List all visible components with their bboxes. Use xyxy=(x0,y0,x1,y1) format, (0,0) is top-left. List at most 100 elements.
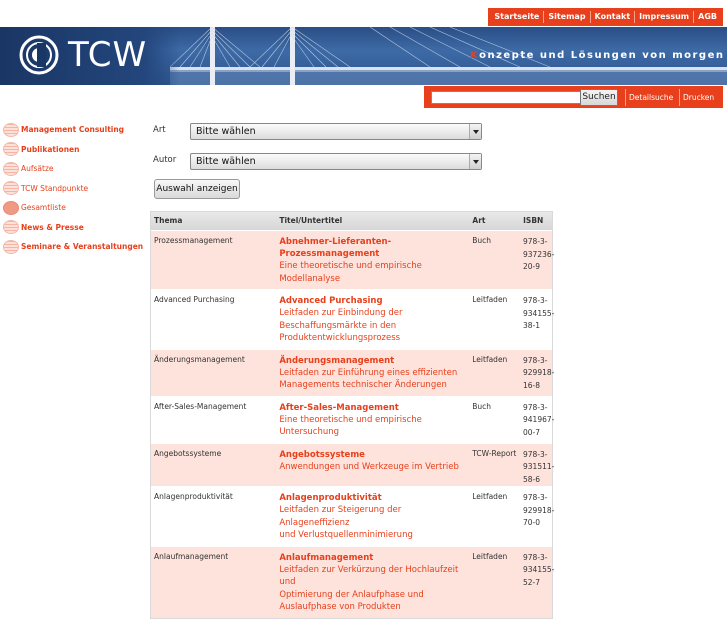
nav-startseite[interactable]: Startseite xyxy=(490,8,543,26)
sidebar-item-tcw-standpunkte[interactable]: TCW Standpunkte xyxy=(0,179,145,199)
print-link[interactable]: Drucken xyxy=(679,89,717,106)
cell-thema: Anlagenproduktivität xyxy=(154,492,233,501)
sidebar-item-label: TCW Standpunkte xyxy=(21,183,89,193)
nav-kontakt[interactable]: Kontakt xyxy=(591,8,635,26)
isbn-part: 978-3- xyxy=(523,355,548,365)
cell-art: Leitfaden xyxy=(472,295,508,304)
chevron-down-icon[interactable] xyxy=(469,154,481,169)
cell-isbn: 978-3- 929918- 16-8 xyxy=(520,350,554,396)
isbn-part: 52-7 xyxy=(523,577,541,587)
table-header: Thema Titel/Untertitel Art ISBN xyxy=(151,212,552,230)
cell-title: Änderungsmanagement Leitfaden zur Einführ… xyxy=(276,350,469,396)
table-row: Anlaufmanagement Anlaufmanagement Leitfade… xyxy=(151,545,554,618)
publication-subtitle[interactable]: Modellanalyse xyxy=(279,273,466,286)
table-row: Angebotssysteme Angebotssysteme Anwendunge… xyxy=(151,442,555,486)
header-banner: TCW Konzepte und Lösungen von morgen xyxy=(0,27,727,85)
bullet-icon xyxy=(3,122,19,137)
isbn-part: 978-3- xyxy=(523,449,548,459)
logo-text[interactable]: TCW xyxy=(68,37,147,73)
publication-subtitle[interactable]: Beschaffungsmärkte in den xyxy=(279,320,466,333)
sidebar-item-label: Management Consulting xyxy=(21,125,125,135)
cell-art: Buch xyxy=(472,401,492,411)
detail-search-link[interactable]: Detailsuche xyxy=(625,89,676,106)
tagline: Konzepte und Lösungen von morgen xyxy=(470,50,725,61)
cell-art: Leitfaden xyxy=(472,492,508,501)
publication-title-link[interactable]: Advanced Purchasing xyxy=(279,295,466,307)
art-select[interactable]: Bitte wählen xyxy=(190,123,482,140)
publication-subtitle[interactable]: Leitfaden zur Einbindung der xyxy=(279,307,466,320)
publication-subtitle[interactable]: Eine theoretische und empirische xyxy=(279,260,466,273)
isbn-part: 941967- xyxy=(523,415,555,424)
publication-subtitle[interactable]: Untersuchung xyxy=(279,426,466,439)
isbn-part: 978-3- xyxy=(523,552,548,562)
publication-subtitle[interactable]: Leitfaden zur Verkürzung der Hochlaufzei… xyxy=(279,564,466,589)
bullet-icon xyxy=(3,200,19,215)
cell-isbn: 978-3- 929918- 70-0 xyxy=(520,487,554,546)
cell-thema: After-Sales-Management xyxy=(154,401,247,411)
sidebar-item-publikationen[interactable]: Publikationen xyxy=(0,140,145,160)
bullet-icon xyxy=(3,161,19,176)
isbn-part: 978-3- xyxy=(523,493,548,502)
isbn-part: 16-8 xyxy=(523,380,541,390)
cell-thema: Änderungsmanagement xyxy=(154,354,245,364)
sidebar-item-management-consulting[interactable]: Management Consulting xyxy=(0,120,145,140)
publication-subtitle[interactable]: und Verlustquellenminimierung xyxy=(279,529,466,542)
search-input[interactable] xyxy=(431,91,581,104)
isbn-part: 934155- xyxy=(523,308,555,318)
autor-select[interactable]: Bitte wählen xyxy=(190,153,482,170)
cell-title: Advanced Purchasing Leitfaden zur Einbind… xyxy=(276,290,469,349)
publication-subtitle[interactable]: Eine theoretische und empirische xyxy=(279,414,466,427)
publication-subtitle[interactable]: Managements technischer Änderungen xyxy=(279,379,466,392)
cell-art: Leitfaden xyxy=(472,354,508,364)
logo-icon[interactable] xyxy=(19,35,59,75)
sidebar-item-news-presse[interactable]: News & Presse xyxy=(0,218,145,238)
publication-subtitle[interactable]: Leitfaden zur Steigerung der Anlageneffi… xyxy=(279,504,466,529)
sidebar-item-label: News & Presse xyxy=(21,222,84,232)
column-header-titel[interactable]: Titel/Untertitel xyxy=(276,212,469,230)
sidebar-item-label: Aufsätze xyxy=(21,164,54,174)
publications-table: Thema Titel/Untertitel Art ISBN Prozessm… xyxy=(150,211,555,619)
cell-thema: Advanced Purchasing xyxy=(154,295,235,304)
sidebar-item-aufsaetze[interactable]: Aufsätze xyxy=(0,159,145,179)
publication-subtitle[interactable]: Optimierung der Anlaufphase und xyxy=(279,589,466,602)
isbn-part: 978-3- xyxy=(523,402,548,412)
table-body: Prozessmanagement Abnehmer-Lieferanten-Pr… xyxy=(151,230,555,618)
cell-art: Buch xyxy=(472,236,492,245)
publication-title-link[interactable]: Anlagenproduktivität xyxy=(279,492,466,504)
cell-isbn: 978-3- 934155- 52-7 xyxy=(520,547,554,618)
isbn-part: 931511- xyxy=(523,462,555,471)
cell-title: Anlaufmanagement Leitfaden zur Verkürzung… xyxy=(276,547,469,618)
publication-subtitle[interactable]: Leitfaden zur Einführung eines effizient… xyxy=(279,367,466,380)
publication-title-link[interactable]: Angebotssysteme xyxy=(279,449,466,461)
publication-subtitle[interactable]: Anwendungen und Werkzeuge im Vertrieb xyxy=(279,461,466,474)
nav-sitemap[interactable]: Sitemap xyxy=(544,8,589,26)
table-row: After-Sales-Management After-Sales-Manage… xyxy=(151,395,555,443)
publication-subtitle[interactable]: Auslaufphase von Produkten xyxy=(279,601,466,614)
sidebar-item-gesamtliste[interactable]: Gesamtliste xyxy=(0,198,145,218)
publication-subtitle[interactable]: Produktentwicklungsprozess xyxy=(279,332,466,345)
show-selection-button[interactable]: Auswahl anzeigen xyxy=(154,179,240,199)
cell-art: Leitfaden xyxy=(472,551,508,561)
publication-title-link[interactable]: After-Sales-Management xyxy=(279,402,466,414)
column-header-thema[interactable]: Thema xyxy=(151,212,276,230)
bullet-icon xyxy=(3,220,19,235)
cell-isbn: 978-3- 937236- 20-9 xyxy=(520,231,554,289)
nav-agb[interactable]: AGB xyxy=(694,8,721,26)
sidebar: Management Consulting Publikationen Aufs… xyxy=(0,120,145,257)
publication-title-link[interactable]: Abnehmer-Lieferanten-Prozessmanagement xyxy=(279,236,466,260)
isbn-part: 978-3- xyxy=(523,296,548,305)
column-header-art[interactable]: Art xyxy=(469,212,520,230)
nav-impressum[interactable]: Impressum xyxy=(635,8,693,26)
cell-title: After-Sales-Management Eine theoretische … xyxy=(276,397,469,443)
column-header-isbn[interactable]: ISBN xyxy=(520,212,552,230)
chevron-down-icon[interactable] xyxy=(469,124,481,139)
isbn-part: 978-3- xyxy=(523,237,548,246)
sidebar-item-seminare[interactable]: Seminare & Veranstaltungen xyxy=(0,237,145,257)
table-row: Advanced Purchasing Advanced Purchasing Le… xyxy=(151,289,555,349)
table-row: Prozessmanagement Abnehmer-Lieferanten-Pr… xyxy=(151,230,554,289)
publication-title-link[interactable]: Anlaufmanagement xyxy=(279,552,466,564)
publication-title-link[interactable]: Änderungsmanagement xyxy=(279,355,466,367)
search-button[interactable]: Suchen xyxy=(580,89,618,106)
bullet-icon xyxy=(3,239,19,254)
bullet-icon xyxy=(3,181,19,196)
